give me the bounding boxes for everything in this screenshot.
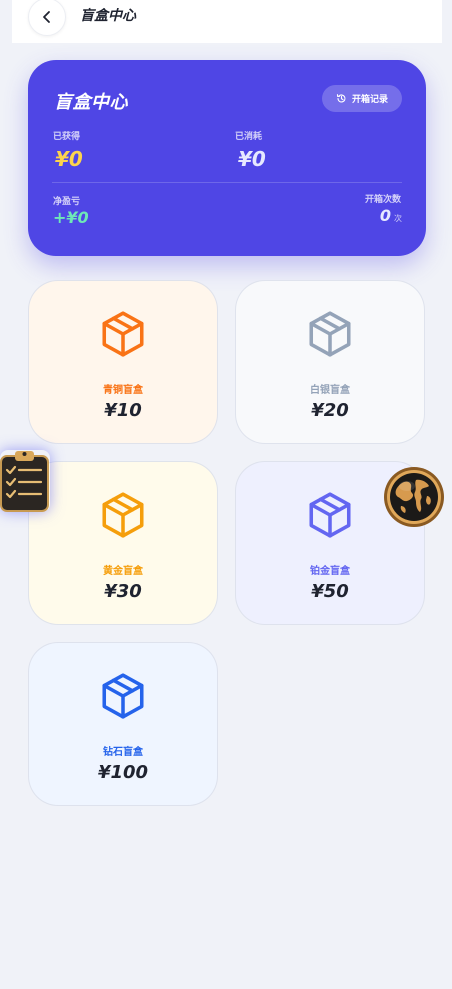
top-bar: 盲盒中心 (12, 0, 442, 43)
summary-card: 盲盒中心 开箱记录 已获得 ¥0 已消耗 ¥0 净盈亏 +¥0 开箱次数 0 次 (28, 60, 426, 256)
clipboard-checklist-icon (0, 451, 49, 512)
open-count-value: 0 (379, 206, 391, 225)
box-card-diamond[interactable]: 钻石盲盒 ¥100 (28, 642, 218, 806)
box-icon (102, 673, 144, 719)
history-icon (336, 94, 346, 103)
open-count-unit: 次 (394, 214, 402, 223)
box-icon (309, 492, 351, 538)
box-name: 黄金盲盒 (103, 566, 143, 577)
page-title: 盲盒中心 (80, 8, 136, 24)
box-price: ¥30 (104, 581, 142, 602)
summary-title: 盲盒中心 (54, 92, 128, 113)
box-card-bronze[interactable]: 青铜盲盒 ¥10 (28, 280, 218, 444)
open-count: 0 次 (380, 206, 402, 225)
task-list-float-button[interactable] (0, 450, 50, 512)
box-name: 铂金盲盒 (310, 566, 350, 577)
spent-value: ¥0 (238, 147, 266, 171)
globe-float-button[interactable] (383, 466, 445, 528)
box-price: ¥10 (104, 400, 142, 421)
net-label: 净盈亏 (53, 197, 81, 207)
box-card-gold[interactable]: 黄金盲盒 ¥30 (28, 461, 218, 625)
back-button[interactable] (28, 0, 66, 36)
obtained-label: 已获得 (53, 132, 81, 142)
spent-label: 已消耗 (235, 132, 263, 142)
open-history-label: 开箱记录 (351, 95, 388, 105)
globe-icon (384, 467, 444, 527)
summary-divider (52, 182, 402, 183)
box-price: ¥50 (311, 581, 349, 602)
obtained-value: ¥0 (55, 147, 83, 171)
box-name: 青铜盲盒 (103, 385, 143, 396)
box-icon (102, 311, 144, 357)
chevron-left-icon (43, 11, 50, 23)
open-history-button[interactable]: 开箱记录 (322, 85, 402, 112)
box-icon (102, 492, 144, 538)
box-card-silver[interactable]: 白银盲盒 ¥20 (235, 280, 425, 444)
box-price: ¥20 (311, 400, 349, 421)
open-count-label: 开箱次数 (364, 195, 401, 205)
box-price: ¥100 (97, 762, 149, 783)
box-icon (309, 311, 351, 357)
box-name: 钻石盲盒 (103, 747, 143, 758)
net-value: +¥0 (53, 208, 89, 227)
box-name: 白银盲盒 (310, 385, 350, 396)
